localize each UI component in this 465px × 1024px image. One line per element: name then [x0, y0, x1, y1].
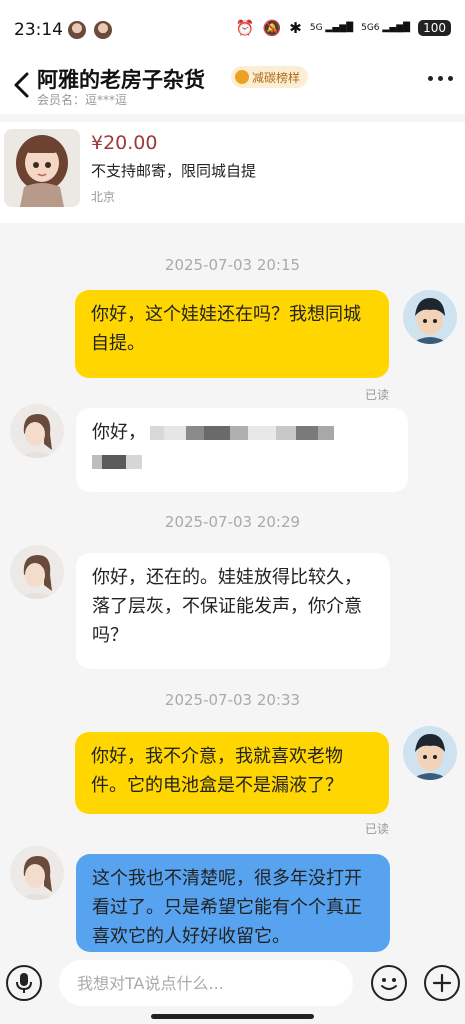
product-card[interactable]: ¥20.00 不支持邮寄，限同城自提 北京 — [0, 122, 465, 223]
notification-avatar-icon — [94, 21, 112, 39]
product-image[interactable] — [4, 129, 80, 207]
badge-label: 减碳榜样 — [252, 70, 301, 85]
battery-icon: 100 — [418, 20, 451, 36]
home-indicator[interactable] — [151, 1014, 314, 1019]
my-avatar[interactable] — [403, 726, 457, 780]
bluetooth-icon: ✱ — [289, 19, 302, 37]
status-bar: 23:14 ⏰ 🔕 ✱ 5G ▂▄▆█ 5G6 ▂▄▆█ 100 — [0, 0, 465, 58]
seller-avatar[interactable] — [10, 846, 64, 900]
signal-icon: 5G6 ▂▄▆█ — [361, 23, 411, 33]
message-timestamp: 2025-07-03 20:29 — [164, 513, 301, 531]
status-icons: ⏰ 🔕 ✱ 5G ▂▄▆█ 5G6 ▂▄▆█ 100 — [236, 18, 451, 38]
smiley-icon — [381, 978, 397, 990]
voice-input-button[interactable] — [6, 965, 42, 1001]
back-arrow-icon[interactable] — [10, 70, 34, 100]
carbon-badge[interactable]: 减碳榜样 — [231, 66, 309, 88]
mute-icon: 🔕 — [262, 19, 282, 37]
seller-message-bubble[interactable]: 这个我也不清楚呢，很多年没打开看过了。只是希望它能有个个真正喜欢它的人好好收留它… — [76, 854, 390, 952]
member-name: 会员名：逗***逗 — [37, 93, 128, 107]
my-message-bubble[interactable]: 你好，这个娃娃还在吗？我想同城自提。 — [75, 290, 389, 378]
product-price: ¥20.00 — [91, 132, 158, 154]
message-timestamp: 2025-07-03 20:15 — [164, 256, 301, 274]
read-receipt: 已读 — [364, 822, 389, 836]
product-location: 北京 — [91, 190, 116, 204]
chat-header: 阿雅的老房子杂货 减碳榜样 会员名：逗***逗 — [0, 58, 465, 114]
status-time: 23:14 — [14, 20, 63, 40]
add-attachment-button[interactable] — [424, 965, 460, 1001]
message-timestamp: 2025-07-03 20:33 — [164, 691, 301, 709]
seller-message-bubble[interactable]: 你好， — [76, 408, 408, 492]
my-message-bubble[interactable]: 你好，我不介意，我就喜欢老物件。它的电池盒是不是漏液了？ — [75, 732, 389, 814]
product-description: 不支持邮寄，限同城自提 — [91, 162, 257, 180]
message-input[interactable] — [59, 960, 353, 1006]
plus-icon — [432, 973, 452, 993]
more-options-icon[interactable] — [428, 76, 453, 81]
seller-avatar[interactable] — [10, 404, 64, 458]
microphone-icon — [16, 973, 32, 993]
emoji-button[interactable] — [371, 965, 407, 1001]
seller-avatar[interactable] — [10, 545, 64, 599]
shop-name[interactable]: 阿雅的老房子杂货 — [37, 64, 205, 94]
leaf-icon — [235, 70, 249, 84]
alarm-icon: ⏰ — [235, 19, 255, 37]
notification-avatar-icon — [68, 21, 86, 39]
signal-5g-icon: 5G ▂▄▆█ — [309, 23, 354, 33]
seller-message-bubble[interactable]: 你好，还在的。娃娃放得比较久，落了层灰，不保证能发声，你介意吗？ — [76, 553, 390, 669]
my-avatar[interactable] — [403, 290, 457, 344]
read-receipt: 已读 — [364, 388, 389, 402]
message-text: 你好， — [92, 422, 146, 443]
